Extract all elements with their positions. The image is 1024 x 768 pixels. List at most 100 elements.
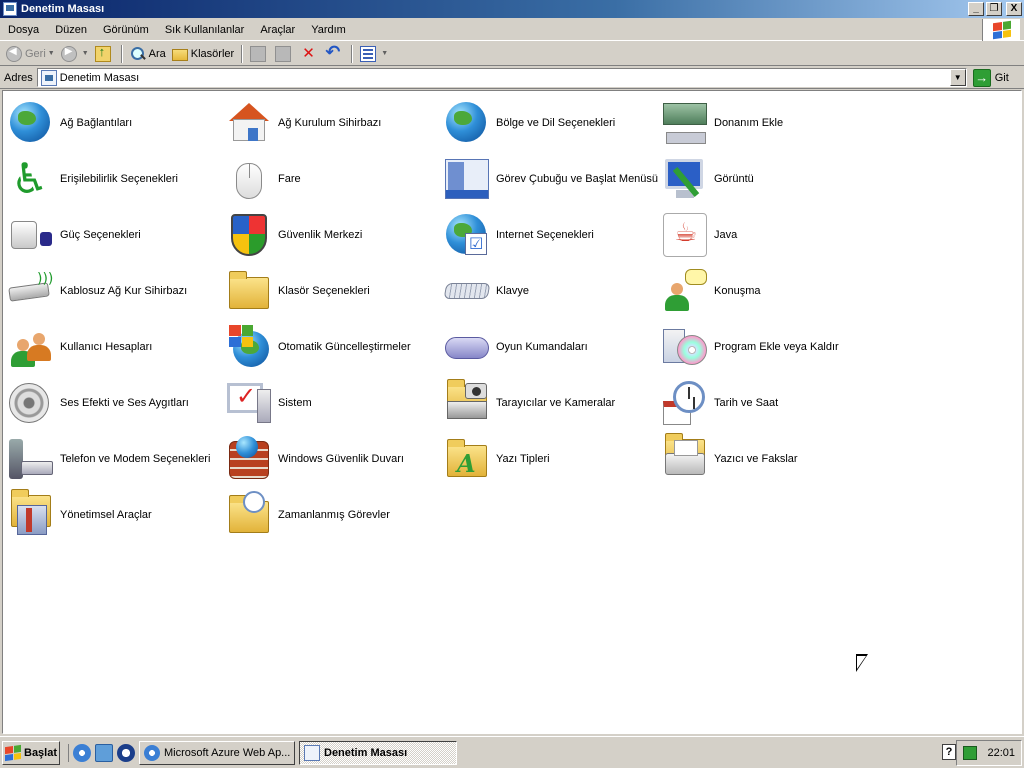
- applet-date-time[interactable]: Tarih ve Saat: [661, 375, 879, 431]
- applet-label: Kullanıcı Hesapları: [60, 341, 153, 353]
- game-controllers-icon: [443, 323, 491, 371]
- applet-power-options[interactable]: Güç Seçenekleri: [7, 207, 225, 263]
- applet-folder-options[interactable]: Klasör Seçenekleri: [225, 263, 443, 319]
- back-button[interactable]: Geri ▼: [3, 44, 58, 64]
- applet-label: Klasör Seçenekleri: [278, 285, 370, 297]
- applet-sounds-audio[interactable]: Ses Efekti ve Ses Aygıtları: [7, 375, 225, 431]
- up-button[interactable]: [92, 44, 117, 64]
- applet-taskbar-start-menu[interactable]: Görev Çubuğu ve Başlat Menüsü: [443, 151, 661, 207]
- folders-button[interactable]: Klasörler: [169, 44, 237, 64]
- applet-game-controllers[interactable]: Oyun Kumandaları: [443, 319, 661, 375]
- quick-launch: [68, 743, 135, 762]
- show-desktop-icon[interactable]: [95, 743, 113, 762]
- close-button[interactable]: X: [1006, 2, 1022, 16]
- start-label: Başlat: [24, 746, 58, 759]
- menu-tools[interactable]: Araçlar: [252, 21, 303, 39]
- applet-network-connections[interactable]: Ağ Bağlantıları: [7, 95, 225, 151]
- applet-scheduled-tasks[interactable]: Zamanlanmış Görevler: [225, 487, 443, 543]
- applet-printers-faxes[interactable]: Yazıcı ve Fakslar: [661, 431, 879, 487]
- java-icon: [661, 211, 709, 259]
- applet-fonts[interactable]: A Yazı Tipleri: [443, 431, 661, 487]
- network-status-icon[interactable]: [963, 746, 978, 760]
- views-icon: [360, 45, 377, 62]
- applet-scanners-cameras[interactable]: Tarayıcılar ve Kameralar: [443, 375, 661, 431]
- applet-system[interactable]: Sistem: [225, 375, 443, 431]
- applet-wireless-network-wizard[interactable]: ))) Kablosuz Ağ Kur Sihirbazı: [7, 263, 225, 319]
- applet-label: Tarih ve Saat: [714, 397, 779, 409]
- folder-up-icon: [94, 44, 111, 62]
- system-icon: [225, 379, 273, 427]
- keyboard-icon: [443, 267, 491, 315]
- toolbar: Geri ▼ ▼ Ara Klasörler ▼: [0, 42, 1024, 66]
- forward-button[interactable]: ▼: [58, 44, 92, 64]
- applet-accessibility[interactable]: ♿ Erişilebilirlik Seçenekleri: [7, 151, 225, 207]
- undo-icon: [325, 42, 341, 63]
- applet-automatic-updates[interactable]: Otomatik Güncelleştirmeler: [225, 319, 443, 375]
- search-button[interactable]: Ara: [127, 44, 169, 64]
- address-bar: Adres Denetim Masası ▼ → Git: [0, 67, 1024, 89]
- views-button[interactable]: ▼: [357, 44, 391, 64]
- applet-security-center[interactable]: Güvenlik Merkezi: [225, 207, 443, 263]
- applet-phone-modem[interactable]: Telefon ve Modem Seçenekleri: [7, 431, 225, 487]
- taskbar-clock[interactable]: 22:01: [987, 747, 1015, 759]
- media-player-icon[interactable]: [117, 743, 135, 762]
- restore-button[interactable]: ❐: [986, 2, 1002, 16]
- applet-network-setup-wizard[interactable]: Ağ Kurulum Sihirbazı: [225, 95, 443, 151]
- start-button[interactable]: Başlat: [2, 740, 60, 765]
- help-icon[interactable]: ?: [942, 744, 956, 760]
- applet-java[interactable]: Java: [661, 207, 879, 263]
- applet-mouse[interactable]: Fare: [225, 151, 443, 207]
- title-buttons: _ ❐ X: [968, 2, 1022, 16]
- applet-add-remove-programs[interactable]: Program Ekle veya Kaldır: [661, 319, 879, 375]
- internet-explorer-icon[interactable]: [73, 743, 91, 762]
- task-azure-web-app[interactable]: Microsoft Azure Web Ap...: [139, 740, 295, 765]
- search-icon: [130, 46, 146, 62]
- applet-keyboard[interactable]: Klavye: [443, 263, 661, 319]
- menu-help[interactable]: Yardım: [303, 21, 354, 39]
- date-time-icon: [661, 379, 709, 427]
- applet-regional-language[interactable]: Bölge ve Dil Seçenekleri: [443, 95, 661, 151]
- menu-favorites[interactable]: Sık Kullanılanlar: [157, 21, 253, 39]
- delete-button[interactable]: [297, 44, 322, 64]
- applet-label: Güç Seçenekleri: [60, 229, 141, 241]
- back-arrow-icon: [6, 45, 22, 62]
- applet-add-hardware[interactable]: Donanım Ekle: [661, 95, 879, 151]
- applet-windows-firewall[interactable]: Windows Güvenlik Duvarı: [225, 431, 443, 487]
- windows-logo-icon: [982, 19, 1020, 41]
- applet-administrative-tools[interactable]: Yönetimsel Araçlar: [7, 487, 225, 543]
- folder-options-icon: [225, 267, 273, 315]
- applet-label: Görüntü: [714, 173, 754, 185]
- applet-label: Ses Efekti ve Ses Aygıtları: [60, 397, 189, 409]
- applet-user-accounts[interactable]: Kullanıcı Hesapları: [7, 319, 225, 375]
- control-panel-icon: [304, 744, 320, 761]
- applet-display[interactable]: Görüntü: [661, 151, 879, 207]
- menu-file[interactable]: Dosya: [0, 21, 47, 39]
- search-label: Ara: [148, 47, 166, 60]
- menu-edit[interactable]: Düzen: [47, 21, 95, 39]
- speech-icon: [661, 267, 709, 315]
- wireless-network-wizard-icon: ))): [7, 267, 55, 315]
- applet-label: Windows Güvenlik Duvarı: [278, 453, 404, 465]
- address-dropdown-button[interactable]: ▼: [949, 69, 966, 86]
- mouse-icon: [225, 155, 273, 203]
- applet-label: Ağ Kurulum Sihirbazı: [278, 117, 382, 129]
- toolbar-separator: [120, 44, 123, 63]
- copy-to-button[interactable]: [272, 44, 297, 64]
- applet-speech[interactable]: Konuşma: [661, 263, 879, 319]
- power-options-icon: [7, 211, 55, 259]
- network-connections-icon: [7, 99, 55, 147]
- folders-icon: [171, 49, 188, 61]
- go-button[interactable]: → Git: [972, 68, 1009, 87]
- minimize-button[interactable]: _: [968, 2, 984, 16]
- task-control-panel[interactable]: Denetim Masası: [299, 740, 457, 765]
- chevron-down-icon: ▼: [47, 50, 55, 57]
- applet-internet-options[interactable]: Internet Seçenekleri: [443, 207, 661, 263]
- user-accounts-icon: [7, 323, 55, 371]
- scheduled-tasks-icon: [225, 491, 273, 539]
- menu-view[interactable]: Görünüm: [95, 21, 157, 39]
- undo-button[interactable]: [322, 42, 347, 64]
- applet-label: Bölge ve Dil Seçenekleri: [496, 117, 616, 129]
- address-input[interactable]: Denetim Masası ▼: [36, 68, 967, 87]
- title-bar: Denetim Masası _ ❐ X: [0, 0, 1024, 18]
- move-to-button[interactable]: [247, 44, 272, 64]
